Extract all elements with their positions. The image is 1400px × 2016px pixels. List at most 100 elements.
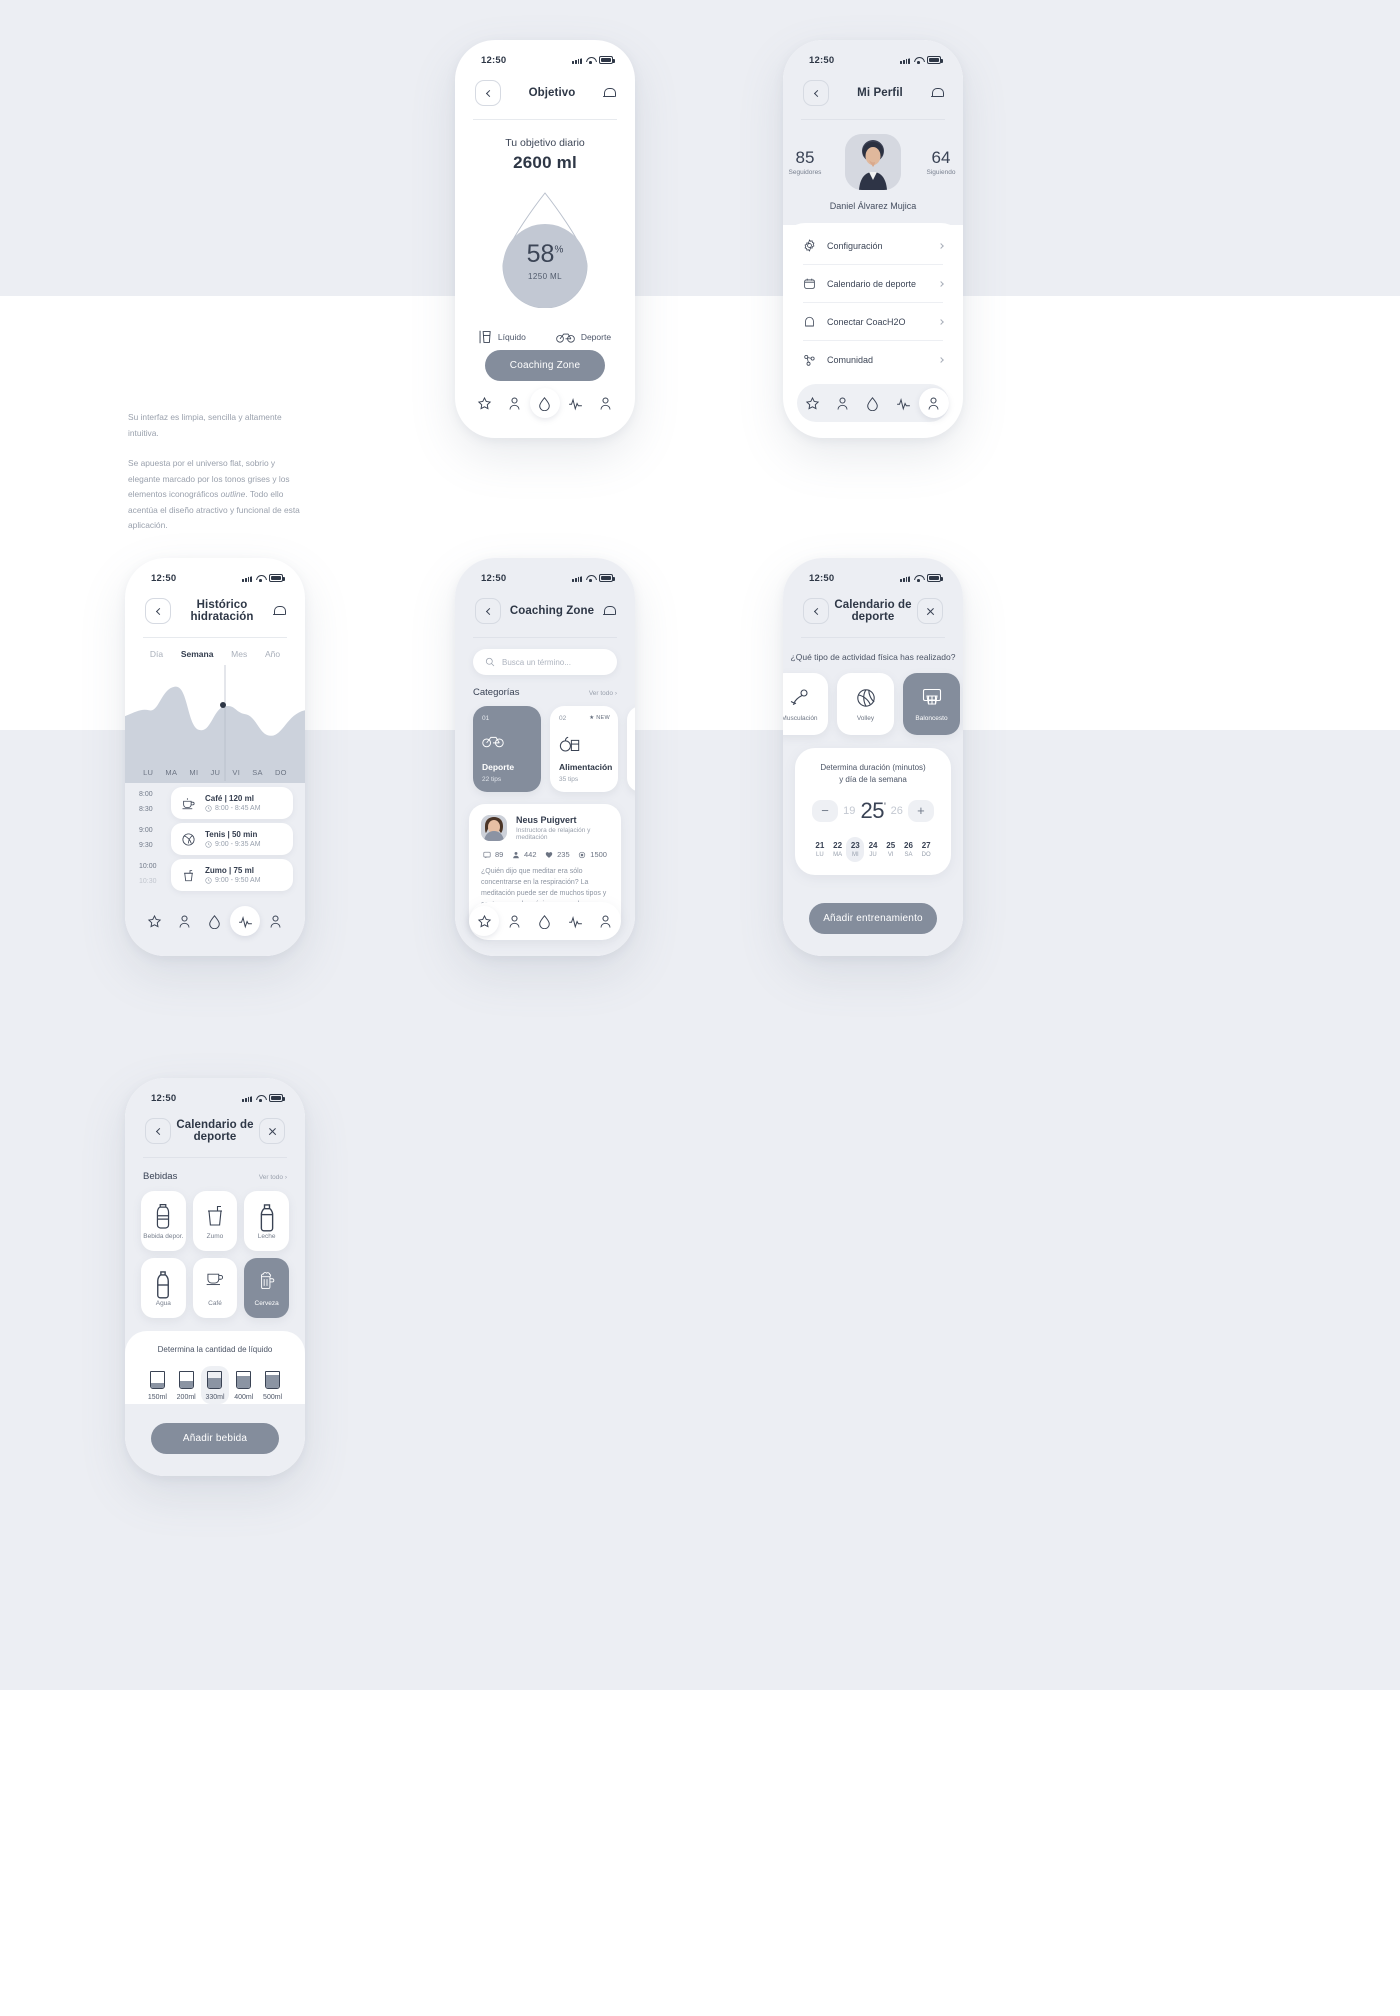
timeline-card[interactable]: Café | 120 ml 8:00 - 8:45 AM	[171, 787, 293, 819]
tab-profile[interactable]	[591, 906, 621, 936]
activity-card-musculacion[interactable]: Musculación	[783, 673, 828, 735]
legend-item-liquido[interactable]: Líquido	[479, 330, 526, 344]
tab-drop[interactable]	[858, 388, 888, 418]
decrement-button[interactable]: −	[812, 799, 838, 822]
tab-profile[interactable]	[918, 388, 949, 418]
menu-item-configuracion[interactable]: Configuración	[803, 227, 944, 265]
back-button[interactable]	[145, 1118, 171, 1144]
menu-item-comunidad[interactable]: Comunidad	[803, 341, 944, 379]
quantity-label: 500ml	[263, 1394, 283, 1401]
beverage-card-cafe[interactable]: Café	[192, 1258, 238, 1318]
search-input[interactable]: Busca un término...	[473, 649, 617, 675]
beverage-card-zumo[interactable]: Zumo	[192, 1191, 238, 1251]
tab-person[interactable]	[500, 388, 530, 418]
percent-symbol: %	[554, 244, 564, 256]
beverage-card-cerveza[interactable]: Cerveza	[244, 1258, 289, 1318]
tab-person[interactable]	[500, 906, 530, 936]
tab-pulse[interactable]	[560, 906, 590, 936]
tab-profile[interactable]	[591, 388, 621, 418]
phone-perfil: 12:50 Mi Perfil 85 Seguidores 64 Siguien…	[783, 40, 963, 438]
close-button[interactable]	[917, 598, 943, 624]
date-cell[interactable]: 22 MA	[829, 837, 847, 862]
bell-icon[interactable]	[603, 87, 616, 100]
date-cell-selected[interactable]: 23 MI	[846, 836, 865, 862]
date-cell[interactable]: 26 SA	[900, 837, 918, 862]
status-time: 12:50	[809, 54, 835, 66]
date-cell[interactable]: 21 LU	[811, 837, 829, 862]
post-stat-followers[interactable]: 442	[512, 850, 537, 859]
add-drink-button[interactable]: Añadir bebida	[151, 1423, 279, 1454]
close-button[interactable]	[259, 1118, 285, 1144]
timeline-card[interactable]: Zumo | 75 ml 9:00 - 9:50 AM	[171, 859, 293, 891]
timeline-row: 9:00 9:30 Tenis | 50 min 9:00 - 9:35 AM	[137, 823, 293, 855]
coaching-zone-button[interactable]: Coaching Zone	[485, 350, 605, 381]
back-button[interactable]	[475, 598, 501, 624]
quantity-option-200[interactable]: 200ml	[172, 1366, 201, 1404]
post-stat-views[interactable]: 1500	[578, 850, 607, 859]
back-button[interactable]	[803, 80, 829, 106]
post-stat-likes[interactable]: 235	[545, 850, 570, 859]
tab-person[interactable]	[170, 906, 200, 936]
beverage-card-leche[interactable]: Leche	[244, 1191, 289, 1251]
date-cell[interactable]: 27 DO	[917, 837, 935, 862]
person-icon	[835, 396, 850, 411]
date-cell[interactable]: 24 JU	[864, 837, 882, 862]
tab-star[interactable]	[469, 906, 500, 936]
activity-card-volley[interactable]: Volley	[837, 673, 894, 735]
bell-icon[interactable]	[931, 87, 944, 100]
add-training-button[interactable]: Añadir entrenamiento	[809, 903, 937, 934]
bell-icon[interactable]	[273, 605, 286, 618]
tab-star[interactable]	[469, 388, 499, 418]
tab-star[interactable]	[797, 388, 827, 418]
increment-button[interactable]: +	[907, 799, 934, 822]
segment-mes[interactable]: Mes	[231, 649, 247, 659]
tab-drop[interactable]	[529, 388, 560, 418]
quantity-option-400[interactable]: 400ml	[229, 1366, 258, 1404]
tab-person[interactable]	[828, 388, 858, 418]
timeline-times: 10:00 10:30	[137, 859, 165, 891]
nav-divider	[473, 119, 617, 120]
category-card-lifestyle[interactable]: 03 Lifestyle 44 tips	[627, 706, 635, 792]
bebidas-see-all[interactable]: Ver todo ›	[259, 1174, 287, 1181]
category-card-alimentacion[interactable]: 02 ★ NEW Alimentación 35 tips	[550, 706, 618, 792]
date-day: LU	[816, 851, 824, 858]
avatar[interactable]	[845, 134, 901, 190]
date-cell[interactable]: 25 VI	[882, 837, 900, 862]
tab-profile[interactable]	[261, 906, 291, 936]
wifi-icon	[914, 574, 923, 582]
following-stat[interactable]: 64 Siguiendo	[919, 148, 963, 176]
menu-item-conectar[interactable]: Conectar CoacH2O	[803, 303, 944, 341]
activity-card-baloncesto[interactable]: Baloncesto	[903, 673, 960, 735]
legend-item-deporte[interactable]: Deporte	[556, 331, 611, 343]
back-button[interactable]	[803, 598, 829, 624]
segment-semana[interactable]: Semana	[181, 649, 214, 659]
back-button[interactable]	[145, 598, 171, 624]
beverage-card-agua[interactable]: Agua	[141, 1258, 186, 1318]
bell-icon[interactable]	[603, 605, 616, 618]
page-title: Mi Perfil	[857, 87, 903, 99]
tab-drop[interactable]	[530, 906, 560, 936]
tab-pulse[interactable]	[888, 388, 918, 418]
category-badge-new: ★ NEW	[589, 715, 610, 721]
timeline-card[interactable]: Tenis | 50 min 9:00 - 9:35 AM	[171, 823, 293, 855]
quantity-option-500[interactable]: 500ml	[258, 1366, 287, 1404]
tab-star[interactable]	[139, 906, 169, 936]
quantity-option-330-selected[interactable]: 330ml	[200, 1366, 230, 1404]
back-button[interactable]	[475, 80, 501, 106]
post-stat-comments[interactable]: 89	[483, 850, 503, 859]
segment-dia[interactable]: Día	[150, 649, 163, 659]
post-stat-value: 442	[523, 850, 537, 859]
tab-pulse[interactable]	[560, 388, 590, 418]
chart-marker-dot[interactable]	[220, 702, 227, 708]
category-card-deporte[interactable]: 01 Deporte 22 tips	[473, 706, 541, 792]
menu-item-calendario[interactable]: Calendario de deporte	[803, 265, 944, 303]
segment-ano[interactable]: Año	[265, 649, 280, 659]
categories-list: 01 Deporte 22 tips 02 ★ NEW Alimentación…	[473, 706, 635, 792]
beverage-card-bebida-depor[interactable]: Bebida depor.	[141, 1191, 186, 1251]
followers-stat[interactable]: 85 Seguidores	[783, 148, 827, 176]
nav-bar: Coaching Zone	[455, 588, 635, 630]
tab-drop[interactable]	[200, 906, 230, 936]
categories-see-all[interactable]: Ver todo ›	[589, 690, 617, 697]
tab-pulse[interactable]	[230, 906, 261, 936]
quantity-option-150[interactable]: 150ml	[143, 1366, 172, 1404]
